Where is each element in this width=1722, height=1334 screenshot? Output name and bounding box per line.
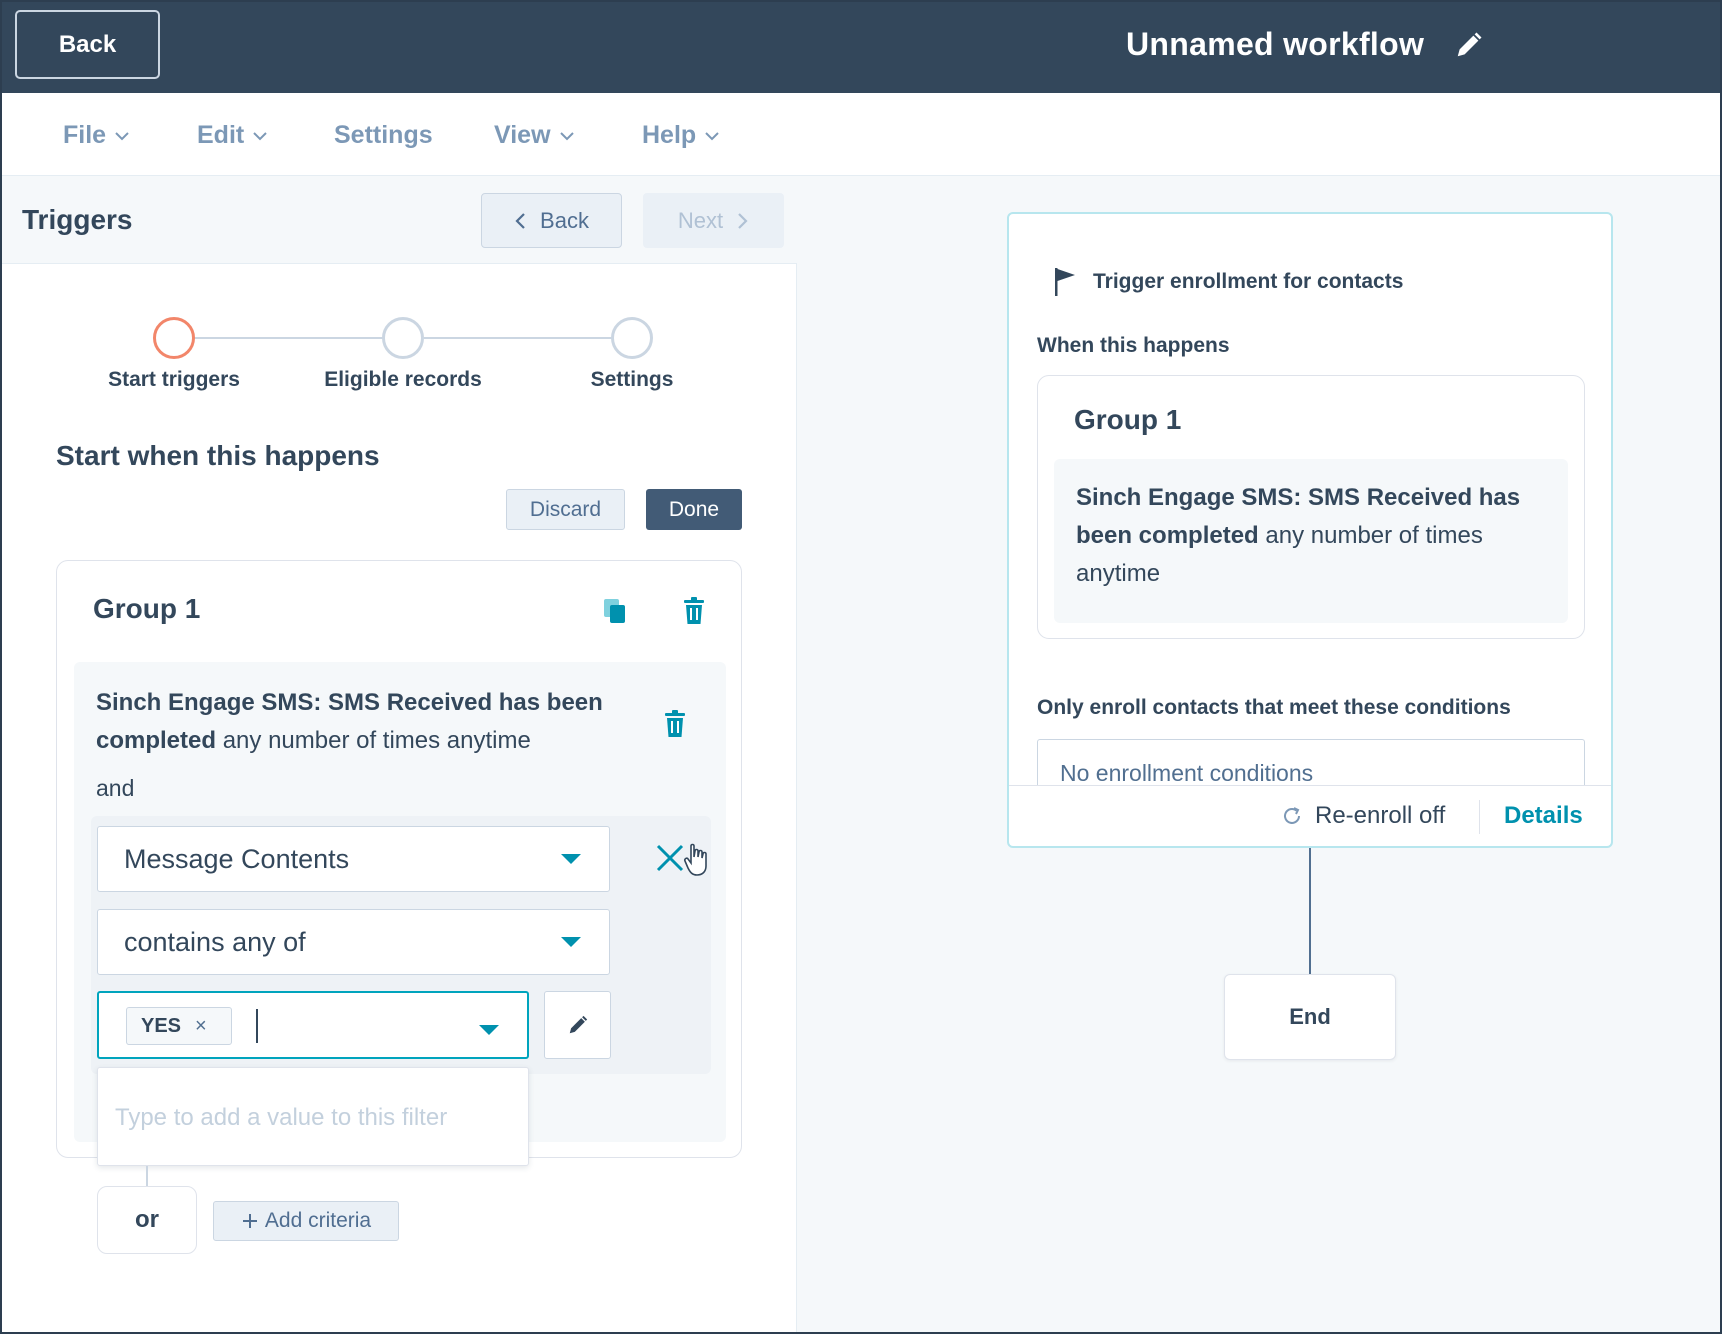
menu-help-label: Help <box>642 121 697 149</box>
menu-edit-label: Edit <box>197 121 245 149</box>
menu-file[interactable]: File <box>63 121 130 150</box>
trigger-title: Trigger enrollment for contacts <box>1093 270 1404 293</box>
operator-select[interactable]: contains any of <box>97 909 610 975</box>
summary-criteria-text: Sinch Engage SMS: SMS Received has been … <box>1076 479 1546 593</box>
section-heading: Start when this happens <box>56 440 380 471</box>
menu-help[interactable]: Help <box>642 121 720 150</box>
pencil-icon[interactable] <box>1454 30 1484 60</box>
step-label: Start triggers <box>108 368 240 391</box>
menu-view[interactable]: View <box>494 121 575 150</box>
step-settings-indicator[interactable] <box>611 317 653 359</box>
group-title: Group 1 <box>93 593 201 624</box>
flag-icon <box>1055 268 1075 296</box>
plus-icon <box>242 1214 257 1228</box>
menu-settings-label: Settings <box>334 121 433 149</box>
chevron-down-icon <box>115 131 129 140</box>
details-link[interactable]: Details <box>1504 802 1583 830</box>
tag-remove-icon[interactable]: × <box>195 1015 207 1038</box>
menu-bar: File Edit Settings View Help <box>0 93 1722 176</box>
discard-button[interactable]: Discard <box>506 489 625 530</box>
criteria-frequency: any number of times anytime <box>216 727 531 754</box>
value-dropdown: Type to add a value to this filter <box>97 1067 529 1166</box>
summary-group: Group 1 Sinch Engage SMS: SMS Received h… <box>1037 375 1585 639</box>
add-criteria-label: Add criteria <box>264 1209 372 1232</box>
dropdown-placeholder: Type to add a value to this filter <box>115 1104 448 1131</box>
hand-cursor-icon <box>684 843 707 876</box>
workflow-title: Unnamed workflow <box>1126 26 1425 62</box>
trash-icon[interactable] <box>664 710 686 738</box>
menu-settings[interactable]: Settings <box>334 121 433 150</box>
trash-icon[interactable] <box>683 597 705 625</box>
pencil-icon <box>569 1015 587 1034</box>
text-cursor <box>256 1009 258 1043</box>
property-select[interactable]: Message Contents <box>97 826 610 892</box>
caret-down-icon <box>479 1025 499 1035</box>
step-back-label: Back <box>540 207 589 233</box>
operator-select-value: contains any of <box>124 926 306 957</box>
step-next-label: Next <box>677 207 724 233</box>
end-node[interactable]: End <box>1224 974 1396 1060</box>
summary-group-title: Group 1 <box>1074 404 1182 435</box>
value-tag-input[interactable]: YES × <box>97 991 529 1059</box>
reenroll-label: Re-enroll off <box>1315 802 1446 829</box>
enrollment-conditions-box: No enrollment conditions <box>1037 739 1585 787</box>
triggers-header: Triggers Back Next <box>0 176 797 264</box>
conditions-label: Only enroll contacts that meet these con… <box>1037 696 1511 719</box>
value-tag-label: YES <box>141 1014 182 1037</box>
copy-icon[interactable] <box>602 597 628 625</box>
chevron-down-icon <box>253 131 267 140</box>
top-bar: Back Unnamed workflow <box>0 0 1722 93</box>
back-button[interactable]: Back <box>15 10 160 79</box>
step-back-button[interactable]: Back <box>481 193 622 248</box>
step-next-button[interactable]: Next <box>643 193 784 248</box>
stepper-connector <box>424 337 632 339</box>
step-eligible-records-indicator[interactable] <box>382 317 424 359</box>
chevron-left-icon <box>515 212 525 229</box>
step-label: Settings <box>590 368 674 391</box>
panel-title: Triggers <box>22 204 133 235</box>
caret-down-icon <box>561 854 581 864</box>
or-button[interactable]: or <box>97 1186 197 1254</box>
refresh-icon <box>1284 807 1300 824</box>
done-button[interactable]: Done <box>646 489 742 530</box>
add-criteria-button[interactable]: Add criteria <box>213 1201 399 1241</box>
stepper-connector <box>194 337 404 339</box>
caret-down-icon <box>561 937 581 947</box>
trigger-card[interactable]: Trigger enrollment for contacts When thi… <box>1007 212 1613 848</box>
property-select-value: Message Contents <box>124 843 350 874</box>
chevron-right-icon <box>738 212 748 229</box>
footer-divider <box>1479 800 1480 834</box>
and-label: and <box>96 775 135 801</box>
reenroll-status: Re-enroll off <box>1281 802 1445 830</box>
chevron-down-icon <box>559 131 574 140</box>
menu-edit[interactable]: Edit <box>197 121 268 150</box>
criteria-description: Sinch Engage SMS: SMS Received has been … <box>96 684 636 760</box>
menu-file-label: File <box>63 121 107 149</box>
trigger-card-footer: Re-enroll off Details <box>1009 785 1611 846</box>
when-label: When this happens <box>1037 334 1230 357</box>
or-connector <box>146 1166 148 1186</box>
no-conditions-text: No enrollment conditions <box>1060 760 1314 786</box>
edit-values-button[interactable] <box>544 991 611 1059</box>
step-label: Eligible records <box>324 368 482 391</box>
chevron-down-icon <box>705 131 719 140</box>
flow-connector <box>1309 848 1311 974</box>
step-start-triggers-indicator[interactable] <box>153 317 195 359</box>
summary-criteria: Sinch Engage SMS: SMS Received has been … <box>1054 459 1568 623</box>
menu-view-label: View <box>494 121 551 149</box>
value-tag: YES × <box>126 1007 232 1045</box>
